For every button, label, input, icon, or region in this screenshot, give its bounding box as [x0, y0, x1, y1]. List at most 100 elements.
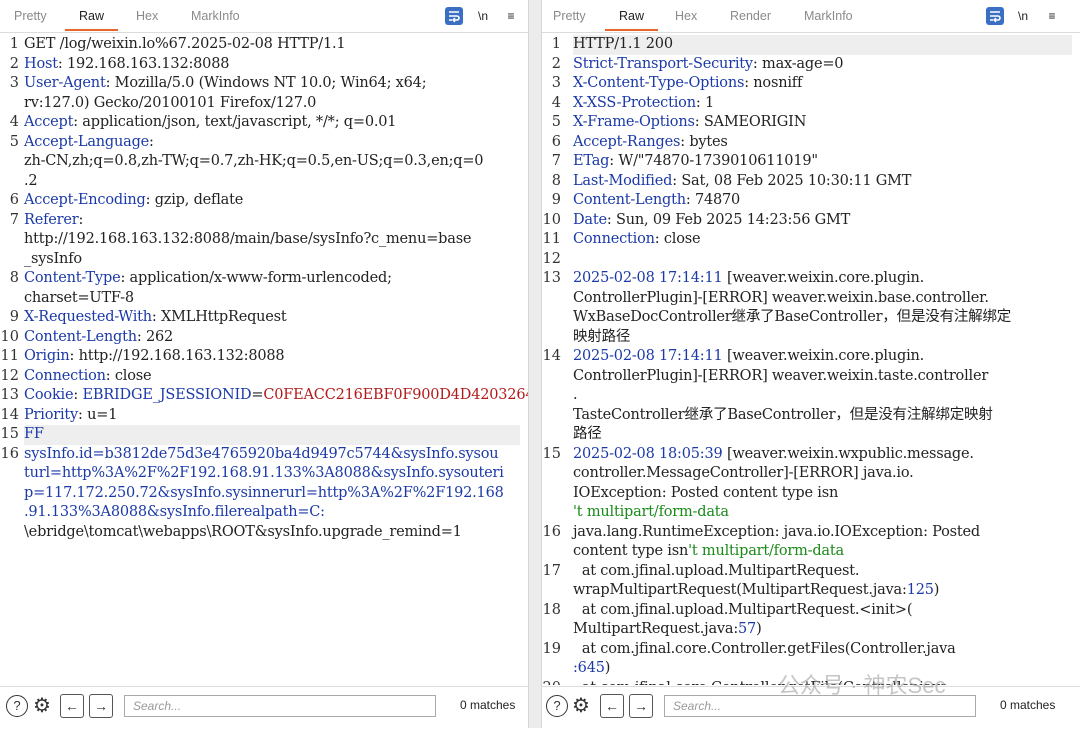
tab-markinfo[interactable]: MarkInfo: [191, 9, 240, 23]
code-line[interactable]: Cookie: EBRIDGE_JSESSIONID=C0FEACC216EBF…: [24, 386, 528, 406]
code-line[interactable]: rv:127.0) Gecko/20100101 Firefox/127.0: [24, 94, 520, 114]
code-line[interactable]: turl=http%3A%2F%2F192.168.91.133%3A8088&…: [24, 464, 520, 484]
line-number: 18: [542, 601, 561, 618]
code-line[interactable]: at com.jfinal.core.Controller.getFiles(C…: [573, 640, 1072, 660]
response-editor[interactable]: 1 HTTP/1.1 200 2 Strict-Transport-Security:…: [542, 33, 1080, 685]
code-line[interactable]: 2025-02-08 18:05:39 [weaver.weixin.wxpub…: [573, 445, 1072, 465]
code-line[interactable]: .: [573, 386, 1072, 406]
code-line[interactable]: .91.133%3A8088&sysInfo.filerealpath=C:: [24, 503, 520, 523]
code-line[interactable]: 2025-02-08 17:14:11 [weaver.weixin.core.…: [573, 269, 1072, 289]
help-icon[interactable]: ?: [546, 695, 568, 717]
pane-splitter[interactable]: [528, 0, 542, 728]
newline-toggle-icon[interactable]: \n: [474, 7, 492, 25]
tab-raw[interactable]: Raw: [64, 9, 119, 31]
code-line[interactable]: X-XSS-Protection: 1: [573, 94, 1072, 114]
tab-render[interactable]: Render: [730, 9, 771, 23]
code-line[interactable]: GET /log/weixin.lo%67.2025-02-08 HTTP/1.…: [24, 35, 520, 55]
line-number: 13: [542, 270, 561, 286]
line-number: 7: [551, 153, 561, 169]
prev-match-button[interactable]: ←: [60, 694, 84, 718]
code-line[interactable]: Accept: application/json, text/javascrip…: [24, 113, 520, 133]
wrap-toggle-icon[interactable]: [986, 7, 1004, 25]
code-line[interactable]: charset=UTF-8: [24, 289, 520, 309]
code-line[interactable]: Accept-Language:: [24, 133, 520, 153]
code-line[interactable]: HTTP/1.1 200: [573, 35, 1072, 55]
code-line[interactable]: _sysInfo: [24, 250, 520, 270]
code-line[interactable]: ETag: W/"74870-1739010611019": [573, 152, 1072, 172]
line-number: 9: [9, 309, 19, 325]
request-editor[interactable]: 1 GET /log/weixin.lo%67.2025-02-08 HTTP/1…: [0, 33, 528, 685]
code-line[interactable]: X-Frame-Options: SAMEORIGIN: [573, 113, 1072, 133]
code-line[interactable]: Date: Sun, 09 Feb 2025 14:23:56 GMT: [573, 211, 1072, 231]
menu-icon[interactable]: ≡: [1043, 7, 1061, 25]
code-line[interactable]: Strict-Transport-Security: max-age=0: [573, 55, 1072, 75]
code-line[interactable]: Connection: close: [24, 367, 520, 387]
tab-markinfo[interactable]: MarkInfo: [804, 9, 853, 23]
line-number: 20: [542, 679, 561, 686]
tab-pretty[interactable]: Pretty: [14, 9, 47, 23]
code-line[interactable]: java.lang.RuntimeException: java.io.IOEx…: [573, 523, 1072, 543]
prev-match-button[interactable]: ←: [600, 694, 624, 718]
tab-hex[interactable]: Hex: [136, 9, 158, 23]
code-line[interactable]: IOException: Posted content type isn: [573, 484, 1072, 504]
code-line[interactable]: 映射路径: [573, 328, 1072, 348]
settings-icon[interactable]: ⚙: [570, 695, 592, 717]
line-number: 15: [0, 426, 19, 442]
code-line[interactable]: zh-CN,zh;q=0.8,zh-TW;q=0.7,zh-HK;q=0.5,e…: [24, 152, 520, 172]
tab-raw[interactable]: Raw: [604, 9, 659, 31]
line-number: 1: [9, 36, 19, 52]
code-line[interactable]: at com.jfinal.upload.MultipartRequest.<i…: [573, 601, 1072, 621]
line-number: 6: [551, 133, 561, 150]
line-number: 10: [542, 211, 561, 228]
code-line[interactable]: at com.jfinal.upload.MultipartRequest.: [573, 562, 1072, 582]
code-line[interactable]: sysInfo.id=b3812de75d3e4765920ba4d9497c5…: [24, 445, 520, 465]
settings-icon[interactable]: ⚙: [31, 695, 53, 717]
code-line[interactable]: Origin: http://192.168.163.132:8088: [24, 347, 520, 367]
code-line[interactable]: wrapMultipartRequest(MultipartRequest.ja…: [573, 581, 1072, 601]
code-line[interactable]: http://192.168.163.132:8088/main/base/sy…: [24, 230, 520, 250]
newline-toggle-icon[interactable]: \n: [1014, 7, 1032, 25]
code-line[interactable]: ControllerPlugin]-[ERROR] weaver.weixin.…: [573, 289, 1072, 309]
next-match-button[interactable]: →: [629, 694, 653, 718]
code-line[interactable]: p=117.172.250.72&sysInfo.sysinnerurl=htt…: [24, 484, 520, 504]
code-line[interactable]: FF: [24, 425, 520, 445]
code-line[interactable]: 路径: [573, 425, 1072, 445]
menu-icon[interactable]: ≡: [502, 7, 520, 25]
code-line[interactable]: User-Agent: Mozilla/5.0 (Windows NT 10.0…: [24, 74, 520, 94]
code-line[interactable]: Content-Length: 74870: [573, 191, 1072, 211]
code-line[interactable]: content type isn't multipart/form-data: [573, 542, 1072, 562]
code-line[interactable]: Content-Length: 262: [24, 328, 520, 348]
next-match-button[interactable]: →: [89, 694, 113, 718]
line-number: 3: [9, 75, 19, 91]
code-line[interactable]: X-Content-Type-Options: nosniff: [573, 74, 1072, 94]
code-line[interactable]: ControllerPlugin]-[ERROR] weaver.weixin.…: [573, 367, 1072, 387]
line-number: 6: [9, 192, 19, 208]
code-line[interactable]: Host: 192.168.163.132:8088: [24, 55, 520, 75]
code-line[interactable]: MultipartRequest.java:57): [573, 620, 1072, 640]
code-line[interactable]: controller.MessageController]-[ERROR] ja…: [573, 464, 1072, 484]
code-line[interactable]: 't multipart/form-data: [573, 503, 1072, 523]
line-number: 8: [551, 172, 561, 189]
code-line[interactable]: \ebridge\tomcat\webapps\ROOT&sysInfo.upg…: [24, 523, 520, 543]
code-line[interactable]: Priority: u=1: [24, 406, 520, 426]
help-icon[interactable]: ?: [6, 695, 28, 717]
line-number: 14: [542, 348, 561, 364]
code-line[interactable]: TasteController继承了BaseController，但是没有注解绑…: [573, 406, 1072, 426]
line-number: 9: [551, 192, 561, 208]
request-tabbar: Pretty Raw Hex MarkInfo \n ≡: [0, 0, 528, 33]
tab-pretty[interactable]: Pretty: [553, 9, 586, 23]
code-line[interactable]: .2: [24, 172, 520, 192]
search-input[interactable]: Search...: [124, 695, 436, 717]
code-line[interactable]: WxBaseDocController继承了BaseController，但是没…: [573, 308, 1072, 328]
code-line[interactable]: Referer:: [24, 211, 520, 231]
code-line[interactable]: 2025-02-08 17:14:11 [weaver.weixin.core.…: [573, 347, 1072, 367]
code-line[interactable]: Accept-Ranges: bytes: [573, 133, 1072, 153]
code-line[interactable]: Connection: close: [573, 230, 1072, 250]
code-line[interactable]: Accept-Encoding: gzip, deflate: [24, 191, 520, 211]
tab-hex[interactable]: Hex: [675, 9, 697, 23]
code-line[interactable]: Last-Modified: Sat, 08 Feb 2025 10:30:11…: [573, 172, 1072, 192]
wrap-toggle-icon[interactable]: [445, 7, 463, 25]
code-line[interactable]: Content-Type: application/x-www-form-url…: [24, 269, 520, 289]
request-pane: Pretty Raw Hex MarkInfo \n ≡ 1 GET /log/w…: [0, 0, 528, 729]
code-line[interactable]: X-Requested-With: XMLHttpRequest: [24, 308, 520, 328]
